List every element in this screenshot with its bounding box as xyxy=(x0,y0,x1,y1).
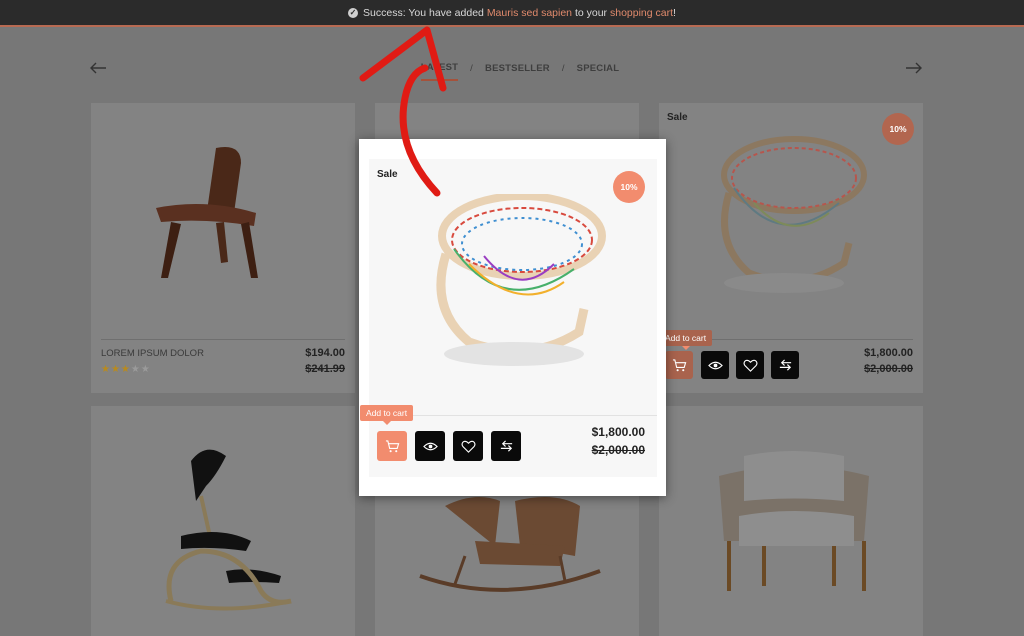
rating-stars: ★★★★★ xyxy=(101,364,151,375)
wishlist-button[interactable] xyxy=(453,431,483,461)
compare-button[interactable] xyxy=(491,431,521,461)
product-card[interactable]: Sale 10% Add to cart $1,800.00 $2,000.00 xyxy=(659,103,923,393)
kneeling-chair-image xyxy=(165,449,292,611)
discount-badge: 10% xyxy=(882,113,914,145)
product-card[interactable]: LOREM IPSUM DOLOR $194.00 ★★★★★ $241.99 xyxy=(91,103,355,393)
wishlist-button[interactable] xyxy=(736,351,764,379)
product-card[interactable] xyxy=(91,406,355,636)
previous-arrow-icon[interactable] xyxy=(88,58,108,78)
product-price: $1,800.00 xyxy=(591,425,645,439)
product-price: $1,800.00 xyxy=(864,347,913,359)
tab-special[interactable]: SPECIAL xyxy=(577,63,620,74)
add-to-cart-tooltip: Add to cart xyxy=(360,405,414,425)
check-circle-icon: ✓ xyxy=(348,7,359,18)
product-link[interactable]: Mauris sed sapien xyxy=(487,7,572,19)
sale-label: Sale xyxy=(667,112,688,123)
product-card[interactable] xyxy=(659,406,923,636)
tab-separator: / xyxy=(470,63,474,74)
product-name[interactable]: LOREM IPSUM DOLOR xyxy=(101,348,204,359)
rocking-chair-image xyxy=(419,497,601,592)
compare-button[interactable] xyxy=(771,351,799,379)
wooden-chair-image xyxy=(156,147,258,278)
compare-icon xyxy=(779,358,791,371)
product-old-price: $241.99 xyxy=(305,363,345,375)
notification-suffix: ! xyxy=(673,6,676,19)
armchair-image xyxy=(719,451,869,591)
quick-view-button[interactable] xyxy=(415,431,445,461)
add-to-cart-button[interactable] xyxy=(377,431,407,461)
hammock-chair-image xyxy=(721,136,867,293)
hammock-chair-image xyxy=(436,194,606,366)
shopping-cart-link[interactable]: shopping cart xyxy=(610,7,673,19)
add-to-cart-tooltip: Add to cart xyxy=(659,330,713,350)
notification-middle: to your xyxy=(574,6,608,19)
eye-icon xyxy=(422,442,438,450)
heart-icon xyxy=(742,359,758,372)
tab-separator: / xyxy=(561,63,565,74)
product-price: $194.00 xyxy=(305,347,345,359)
discount-badge: 10% xyxy=(613,171,645,203)
quick-view-button[interactable] xyxy=(701,351,729,379)
cart-icon xyxy=(672,358,686,371)
compare-icon xyxy=(500,439,512,452)
heart-icon xyxy=(460,440,476,453)
success-notification: ✓ Success: You have added Mauris sed sap… xyxy=(0,0,1024,27)
product-old-price: $2,000.00 xyxy=(591,443,645,457)
next-arrow-icon[interactable] xyxy=(904,58,924,78)
notification-prefix: Success: You have added xyxy=(363,6,484,19)
eye-icon xyxy=(707,361,723,369)
product-old-price: $2,000.00 xyxy=(864,363,913,375)
modal-product-card: Sale 10% $1,800.00 $2,000.00 xyxy=(369,159,657,477)
card-divider xyxy=(101,339,345,340)
add-to-cart-button[interactable] xyxy=(665,351,693,379)
annotation-arrow-icon xyxy=(359,26,447,197)
cart-icon xyxy=(385,439,399,452)
tab-bestseller[interactable]: BESTSELLER xyxy=(485,63,550,74)
